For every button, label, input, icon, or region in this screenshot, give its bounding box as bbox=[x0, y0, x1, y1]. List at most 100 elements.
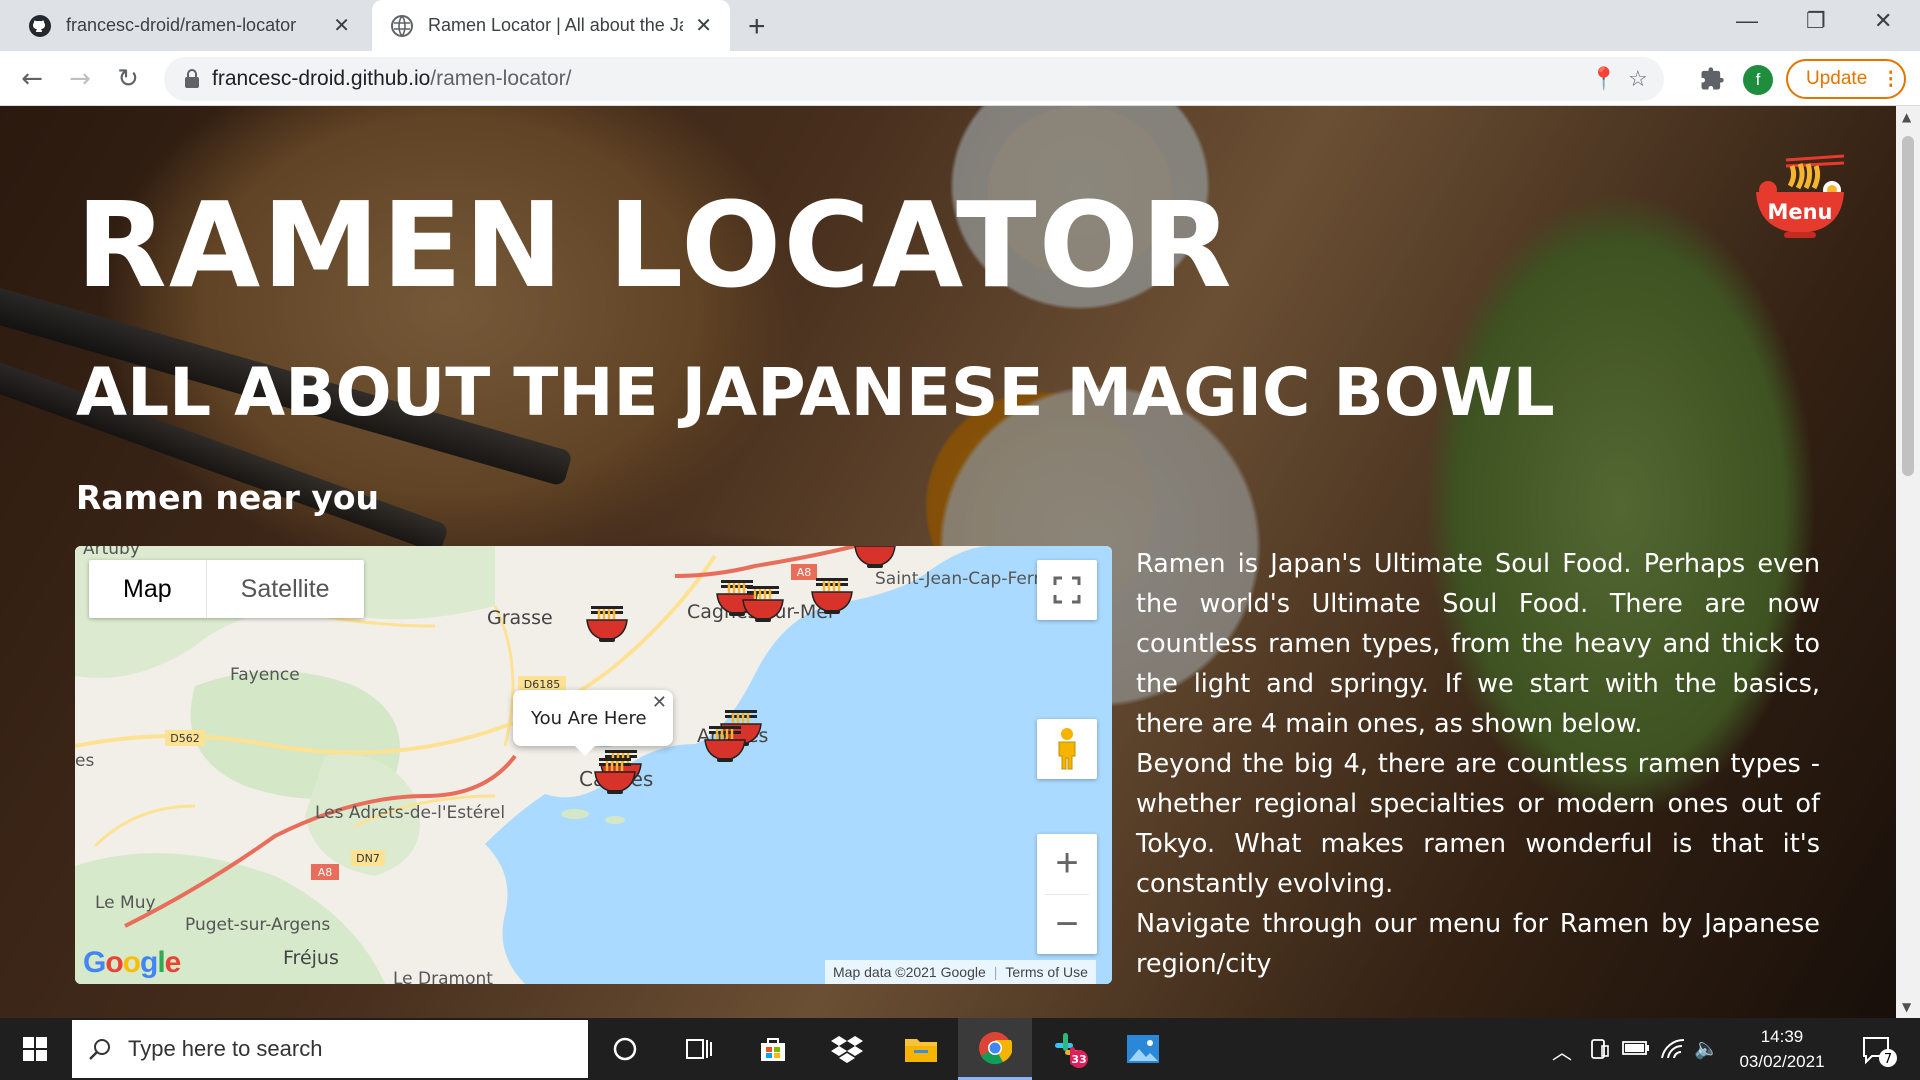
map-type-map-button[interactable]: Map bbox=[89, 560, 207, 618]
browser-tab-strip: francesc-droid/ramen-locator ✕ Ramen Loc… bbox=[0, 0, 1920, 51]
pegman-icon bbox=[1058, 728, 1076, 770]
zoom-control: + − bbox=[1037, 834, 1097, 954]
ramen-bowl-icon bbox=[1756, 154, 1845, 238]
tab-ramen-locator[interactable]: Ramen Locator | All about the Japanese M… bbox=[372, 0, 730, 51]
location-pin-icon[interactable]: 📍 bbox=[1590, 67, 1617, 92]
volume-icon[interactable]: 🔈 bbox=[1694, 1036, 1719, 1061]
svg-text:A8: A8 bbox=[797, 566, 812, 579]
taskbar-search[interactable]: Type here to search bbox=[72, 1020, 588, 1078]
chrome-app[interactable] bbox=[958, 1018, 1032, 1080]
scroll-up-icon[interactable]: ▲ bbox=[1902, 110, 1911, 124]
address-bar[interactable]: francesc-droid.github.io/ramen-locator/ … bbox=[164, 57, 1664, 101]
profile-avatar[interactable]: f bbox=[1743, 65, 1773, 95]
svg-text:D562: D562 bbox=[170, 732, 199, 745]
menu-button[interactable]: Menu bbox=[1752, 154, 1848, 242]
notifications-icon[interactable]: 7 bbox=[1858, 1030, 1898, 1070]
window-close-icon[interactable]: ✕ bbox=[1874, 8, 1892, 34]
intro-paragraph: Ramen is Japan's Ultimate Soul Food. Per… bbox=[1136, 549, 1820, 739]
fullscreen-button[interactable] bbox=[1037, 560, 1097, 620]
close-icon[interactable]: ✕ bbox=[695, 13, 712, 38]
cortana-button[interactable] bbox=[588, 1018, 662, 1080]
road-shield-d562: D562 bbox=[165, 730, 205, 746]
tab-github[interactable]: francesc-droid/ramen-locator ✕ bbox=[10, 0, 368, 51]
folder-icon bbox=[905, 1039, 937, 1062]
map-data-attribution[interactable]: Map data ©2021 Google bbox=[833, 964, 986, 980]
search-placeholder: Type here to search bbox=[128, 1036, 323, 1061]
place-label: Les Adrets-de-l'Estérel bbox=[315, 803, 505, 823]
place-label: Le Muy bbox=[95, 893, 156, 913]
zoom-in-button[interactable]: + bbox=[1037, 834, 1097, 894]
minimize-icon[interactable]: — bbox=[1736, 8, 1758, 34]
svg-text:DN7: DN7 bbox=[356, 852, 380, 865]
restore-icon[interactable]: ❐ bbox=[1806, 8, 1826, 34]
new-tab-icon[interactable]: + bbox=[748, 10, 766, 44]
device-icon[interactable] bbox=[1590, 1038, 1610, 1060]
slack-badge: 33 bbox=[1071, 1053, 1086, 1066]
task-view-button[interactable] bbox=[662, 1018, 736, 1080]
dropbox-icon bbox=[831, 1036, 863, 1063]
place-label: Saint-Jean-Cap-Ferrat bbox=[875, 569, 1058, 589]
system-clock[interactable]: 14:39 03/02/2021 bbox=[1722, 1024, 1842, 1074]
intro-paragraph: Beyond the big 4, there are countless ra… bbox=[1136, 749, 1820, 899]
star-icon[interactable]: ☆ bbox=[1628, 67, 1648, 92]
close-icon[interactable]: ✕ bbox=[333, 13, 350, 38]
intro-paragraph: Navigate through our menu for Ramen by J… bbox=[1136, 909, 1820, 979]
search-icon bbox=[89, 1039, 110, 1060]
map-attribution: Map data ©2021 Google | Terms of Use bbox=[825, 960, 1096, 984]
info-window: You Are Here ✕ bbox=[513, 690, 673, 756]
dropbox-app[interactable] bbox=[810, 1018, 884, 1080]
google-logo[interactable]: Google bbox=[83, 946, 181, 980]
google-map[interactable]: A8 D6185 D562 A8 DN7 Artuby Grasse Fayen… bbox=[75, 546, 1112, 984]
tab-title: francesc-droid/ramen-locator bbox=[66, 15, 297, 35]
forward-arrow-icon[interactable]: → bbox=[64, 63, 96, 95]
clock-time: 14:39 bbox=[1760, 1027, 1804, 1046]
info-window-text: You Are Here bbox=[531, 708, 647, 729]
svg-text:A8: A8 bbox=[318, 866, 333, 879]
zoom-out-button[interactable]: − bbox=[1037, 894, 1097, 954]
section-heading: Ramen near you bbox=[76, 478, 380, 517]
chrome-icon bbox=[979, 1031, 1012, 1064]
lock-icon[interactable] bbox=[184, 69, 200, 89]
intro-text: Ramen is Japan's Ultimate Soul Food. Per… bbox=[1136, 544, 1820, 984]
wifi-icon[interactable] bbox=[1660, 1036, 1686, 1060]
back-arrow-icon[interactable]: ← bbox=[16, 63, 48, 95]
place-label: Artuby bbox=[83, 546, 140, 559]
map-type-control: Map Satellite bbox=[89, 560, 364, 618]
tab-title: Ramen Locator | All about the Japanese M… bbox=[428, 15, 683, 35]
place-label: Grasse bbox=[487, 607, 553, 629]
scroll-down-icon[interactable]: ▼ bbox=[1902, 1000, 1911, 1014]
extensions-puzzle-icon[interactable] bbox=[1698, 65, 1726, 93]
place-label: Fréjus bbox=[283, 947, 339, 969]
page-scrollbar[interactable]: ▲ ▼ bbox=[1896, 106, 1920, 1018]
url-text: francesc-droid.github.io/ramen-locator/ bbox=[212, 67, 572, 90]
github-icon bbox=[29, 14, 51, 37]
task-view-icon bbox=[686, 1039, 712, 1059]
place-label: Fayence bbox=[230, 665, 300, 685]
page-title: RAMEN LOCATOR bbox=[76, 176, 1234, 314]
close-icon[interactable]: ✕ bbox=[652, 692, 667, 713]
microsoft-store-app[interactable] bbox=[736, 1018, 810, 1080]
slack-app[interactable]: 33 bbox=[1032, 1018, 1106, 1080]
place-label: es bbox=[75, 751, 94, 771]
menu-label: Menu bbox=[1767, 200, 1833, 224]
street-view-pegman-button[interactable] bbox=[1037, 719, 1097, 779]
map-type-satellite-button[interactable]: Satellite bbox=[207, 560, 364, 618]
windows-logo-icon bbox=[23, 1037, 47, 1061]
clock-date: 03/02/2021 bbox=[1739, 1052, 1825, 1071]
place-label: Puget-sur-Argens bbox=[185, 915, 330, 935]
battery-icon[interactable] bbox=[1622, 1040, 1650, 1056]
browser-toolbar: ← → ↻ francesc-droid.github.io/ramen-loc… bbox=[0, 51, 1920, 106]
globe-icon bbox=[391, 14, 413, 37]
photos-app[interactable] bbox=[1106, 1018, 1180, 1080]
update-button[interactable]: Update ⋮ bbox=[1786, 59, 1906, 99]
start-button[interactable] bbox=[0, 1018, 70, 1080]
reload-icon[interactable]: ↻ bbox=[112, 63, 144, 95]
terms-of-use-link[interactable]: Terms of Use bbox=[1005, 964, 1087, 980]
page-viewport: RAMEN LOCATOR ALL ABOUT THE JAPANESE MAG… bbox=[0, 106, 1896, 1018]
show-hidden-icons-chevron[interactable]: ︿ bbox=[1552, 1036, 1572, 1065]
scrollbar-thumb[interactable] bbox=[1902, 136, 1914, 476]
file-explorer-app[interactable] bbox=[884, 1018, 958, 1080]
store-bag-icon bbox=[761, 1038, 785, 1061]
road-shield-a8: A8 bbox=[791, 564, 817, 580]
page-subtitle: ALL ABOUT THE JAPANESE MAGIC BOWL bbox=[76, 354, 1555, 431]
